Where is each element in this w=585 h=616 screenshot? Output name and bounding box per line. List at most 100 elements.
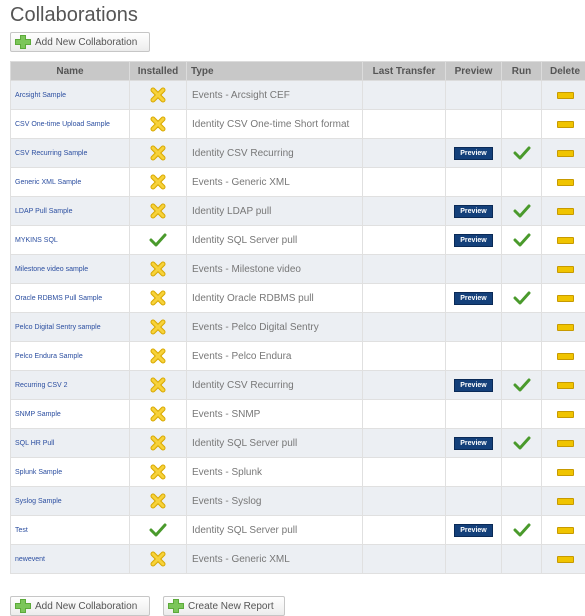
delete-minus-icon[interactable] [556,121,574,129]
delete-minus-icon[interactable] [556,295,574,303]
preview-button[interactable]: Preview [454,233,493,247]
run-check-icon[interactable] [513,204,531,218]
delete-minus-icon[interactable] [556,179,574,187]
collaboration-name-link[interactable]: Arcsight Sample [10,80,130,110]
preview-cell [445,312,502,342]
delete-minus-icon[interactable] [556,411,574,419]
preview-cell [445,486,502,516]
collaboration-type: Identity SQL Server pull [186,515,363,545]
run-check-icon[interactable] [513,436,531,450]
add-new-collaboration-bottom-button[interactable]: Add New Collaboration [10,596,150,616]
collaboration-name-link[interactable]: SNMP Sample [10,399,130,429]
header-delete[interactable]: Delete [541,61,585,81]
delete-minus-icon[interactable] [556,150,574,158]
not-installed-x-icon [129,254,187,284]
not-installed-x-icon [129,283,187,313]
collaboration-type: Events - SNMP [186,399,363,429]
delete-minus-icon[interactable] [556,92,574,100]
delete-cell [541,254,585,284]
table-row: LDAP Pull Sample Identity LDAP pull Previe… [10,196,585,226]
table-row: SNMP Sample Events - SNMP [10,399,585,429]
collaboration-name-link[interactable]: Oracle RDBMS Pull Sample [10,283,130,313]
header-last-transfer[interactable]: Last Transfer [362,61,446,81]
collaboration-name-link[interactable]: Syslog Sample [10,486,130,516]
preview-button[interactable]: Preview [454,291,493,305]
collaboration-type: Identity SQL Server pull [186,225,363,255]
collaboration-name-link[interactable]: Test [10,515,130,545]
create-new-report-button[interactable]: Create New Report [163,596,285,616]
collaboration-name-link[interactable]: CSV One-time Upload Sample [10,109,130,139]
delete-minus-icon[interactable] [556,353,574,361]
collaboration-name-link[interactable]: Recurring CSV 2 [10,370,130,400]
collaboration-name-link[interactable]: CSV Recurring Sample [10,138,130,168]
table-row: Splunk Sample Events - Splunk [10,457,585,487]
last-transfer [362,515,446,545]
collaboration-type: Events - Splunk [186,457,363,487]
table-row: CSV Recurring Sample Identity CSV Recurri… [10,138,585,168]
collaboration-type: Events - Pelco Endura [186,341,363,371]
table-row: Test Identity SQL Server pull Preview [10,515,585,545]
delete-minus-icon[interactable] [556,556,574,564]
run-check-icon[interactable] [513,291,531,305]
header-preview[interactable]: Preview [445,61,502,81]
preview-cell [445,254,502,284]
delete-cell [541,457,585,487]
collaboration-name-link[interactable]: Generic XML Sample [10,167,130,197]
collaboration-name-link[interactable]: SQL HR Pull [10,428,130,458]
collaboration-name-link[interactable]: Splunk Sample [10,457,130,487]
preview-button[interactable]: Preview [454,436,493,450]
collaboration-type: Events - Arcsight CEF [186,80,363,110]
run-check-icon[interactable] [513,378,531,392]
delete-minus-icon[interactable] [556,382,574,390]
not-installed-x-icon [129,138,187,168]
delete-minus-icon[interactable] [556,237,574,245]
run-cell [501,283,542,313]
run-cell [501,515,542,545]
run-cell [501,399,542,429]
delete-minus-icon[interactable] [556,440,574,448]
preview-button[interactable]: Preview [454,378,493,392]
delete-minus-icon[interactable] [556,498,574,506]
preview-cell: Preview [445,138,502,168]
header-type[interactable]: Type [186,61,363,81]
collaboration-type: Identity CSV Recurring [186,370,363,400]
header-name[interactable]: Name [10,61,130,81]
collaboration-type: Events - Generic XML [186,167,363,197]
delete-cell [541,109,585,139]
collaboration-name-link[interactable]: Milestone video sample [10,254,130,284]
preview-button[interactable]: Preview [454,523,493,537]
header-run[interactable]: Run [501,61,542,81]
run-check-icon[interactable] [513,233,531,247]
delete-cell [541,225,585,255]
add-new-collaboration-button[interactable]: Add New Collaboration [10,32,150,52]
table-body: Arcsight Sample Events - Arcsight CEF CSV … [10,80,585,574]
last-transfer [362,544,446,574]
delete-minus-icon[interactable] [556,208,574,216]
collaboration-name-link[interactable]: Pelco Digital Sentry sample [10,312,130,342]
delete-minus-icon[interactable] [556,469,574,477]
collaboration-type: Identity CSV One-time Short format [186,109,363,139]
delete-cell [541,312,585,342]
preview-cell [445,341,502,371]
run-cell [501,544,542,574]
add-new-collaboration-bottom-label: Add New Collaboration [35,600,138,612]
delete-minus-icon[interactable] [556,527,574,535]
run-check-icon[interactable] [513,523,531,537]
header-installed[interactable]: Installed [129,61,187,81]
table-row: newevent Events - Generic XML [10,544,585,574]
preview-button[interactable]: Preview [454,204,493,218]
last-transfer [362,254,446,284]
delete-minus-icon[interactable] [556,324,574,332]
not-installed-x-icon [129,341,187,371]
collaboration-name-link[interactable]: Pelco Endura Sample [10,341,130,371]
delete-minus-icon[interactable] [556,266,574,274]
collaboration-name-link[interactable]: LDAP Pull Sample [10,196,130,226]
preview-button[interactable]: Preview [454,146,493,160]
last-transfer [362,341,446,371]
collaboration-type: Events - Syslog [186,486,363,516]
collaboration-name-link[interactable]: newevent [10,544,130,574]
run-check-icon[interactable] [513,146,531,160]
collaboration-name-link[interactable]: MYKINS SQL [10,225,130,255]
table-header-row: Name Installed Type Last Transfer Previe… [10,61,585,81]
collaboration-type: Events - Pelco Digital Sentry [186,312,363,342]
